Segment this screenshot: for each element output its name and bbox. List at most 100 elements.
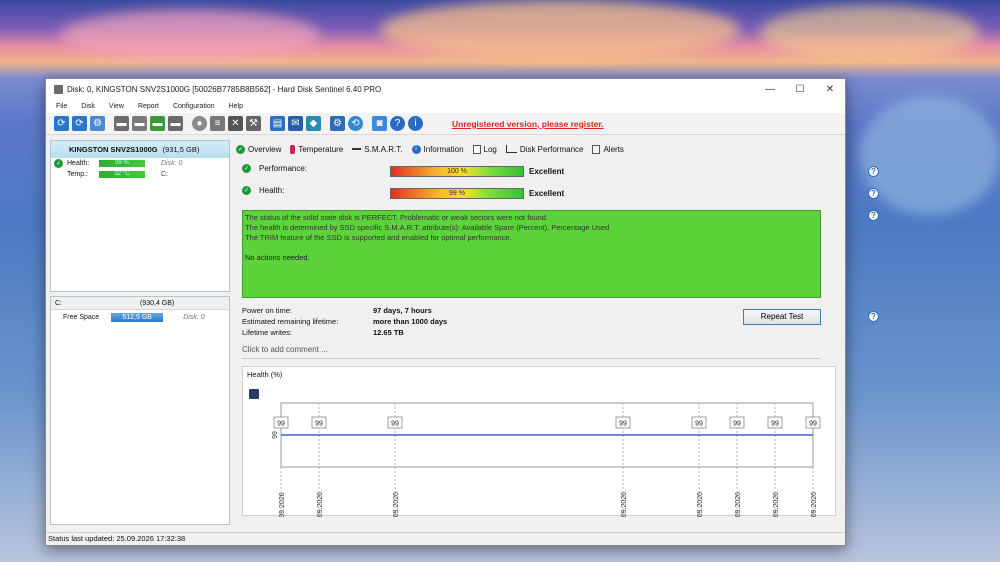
x-tick-label: 14.09.2026 bbox=[393, 492, 400, 517]
app-window: Disk: 0, KINGSTON SNV2S1000G [50026B7785… bbox=[45, 78, 879, 546]
refresh-icon[interactable]: ⟳ bbox=[54, 116, 69, 131]
volume-size: (930,4 GB) bbox=[140, 299, 175, 307]
tab-label: Information bbox=[423, 144, 464, 154]
settings-gear-icon[interactable]: ⚙ bbox=[90, 116, 105, 131]
performance-label: Performance: bbox=[259, 164, 308, 173]
disk-temp-label: Temp.: bbox=[67, 171, 89, 178]
tab-label: S.M.A.R.T. bbox=[364, 144, 403, 154]
x-tick-label: 24.09.2026 bbox=[773, 492, 780, 517]
thermometer-icon bbox=[290, 144, 296, 154]
free-space-row: Free Space 512,5 GB Disk: 0 bbox=[51, 310, 229, 324]
wallpaper-cloud bbox=[860, 95, 1000, 215]
disk-health-row: ✓ Health: 99 % Disk: 0 bbox=[51, 158, 229, 169]
menu-bar: File Disk View Report Configuration Help bbox=[46, 99, 845, 113]
log-icon bbox=[472, 144, 481, 154]
tab-alerts[interactable]: Alerts bbox=[592, 144, 624, 154]
x-tick-label: 25.09.2026 bbox=[811, 492, 818, 517]
email-icon[interactable]: ✉ bbox=[288, 116, 303, 131]
disk-icon[interactable]: ▬ bbox=[132, 116, 147, 131]
disk-stack-icon[interactable]: ≡ bbox=[210, 116, 225, 131]
data-label: 99 bbox=[695, 421, 703, 428]
menu-file[interactable]: File bbox=[56, 103, 67, 110]
data-label: 99 bbox=[733, 421, 741, 428]
unregistered-link[interactable]: Unregistered version, please register. bbox=[452, 119, 604, 129]
volume-card[interactable]: C: (930,4 GB) Free Space 512,5 GB Disk: … bbox=[50, 296, 230, 525]
health-row: ✓ Health: bbox=[242, 186, 284, 195]
menu-view[interactable]: View bbox=[109, 103, 124, 110]
menu-configuration[interactable]: Configuration bbox=[173, 103, 215, 110]
tab-temperature[interactable]: Temperature bbox=[290, 144, 344, 154]
health-chart: 99 11.09.2026 12.09.2026 14.09.2026 20.09.20… bbox=[272, 402, 821, 517]
close-button[interactable]: ✕ bbox=[815, 79, 845, 99]
wallpaper-cloud bbox=[760, 5, 980, 60]
gear-icon[interactable]: ⚙ bbox=[330, 116, 345, 131]
lifetime-stats-values: 97 days, 7 hours more than 1000 days 12.… bbox=[373, 305, 447, 338]
refresh-all-icon[interactable]: ⟳ bbox=[72, 116, 87, 131]
disk-green-icon[interactable]: ▬ bbox=[150, 116, 165, 131]
health-bar: 99 % bbox=[390, 188, 524, 199]
info-icon[interactable]: i bbox=[408, 116, 423, 131]
tools-icon[interactable]: ✕ bbox=[228, 116, 243, 131]
status-bar: Status last updated: 25.09.2026 17:32:38 bbox=[46, 532, 845, 545]
x-tick-label: 11.09.2026 bbox=[279, 492, 286, 517]
tab-label: Overview bbox=[248, 144, 282, 154]
free-space-bar: 512,5 GB bbox=[111, 312, 164, 322]
camera-icon[interactable]: ◙ bbox=[372, 116, 387, 131]
menu-help[interactable]: Help bbox=[229, 103, 243, 110]
report-icon[interactable]: ▤ bbox=[270, 116, 285, 131]
maximize-button[interactable]: ☐ bbox=[785, 79, 815, 99]
disk-name: KINGSTON SNV2S1000G bbox=[69, 145, 158, 154]
disk-temp-bar: 32 °C bbox=[99, 171, 145, 178]
comment-field[interactable]: Click to add comment ... bbox=[242, 343, 820, 359]
network-icon[interactable]: ◆ bbox=[306, 116, 321, 131]
status-line-2: The health is determined by SSD specific… bbox=[245, 223, 610, 232]
remaining-lifetime-label: Estimated remaining lifetime: bbox=[242, 317, 339, 326]
disk-remove-icon[interactable]: ▬ bbox=[168, 116, 183, 131]
actions-text: No actions needed. bbox=[245, 253, 310, 262]
power-on-label: Power on time: bbox=[242, 306, 293, 315]
hammer-icon[interactable]: ⚒ bbox=[246, 116, 261, 131]
wallpaper-cloud bbox=[380, 0, 740, 60]
tab-smart[interactable]: S.M.A.R.T. bbox=[352, 144, 403, 154]
disk-card[interactable]: KINGSTON SNV2S1000G (931,5 GB) ✓ Health:… bbox=[50, 140, 230, 292]
performance-help-icon[interactable]: ? bbox=[868, 166, 879, 177]
data-label: 99 bbox=[771, 421, 779, 428]
minimize-button[interactable]: — bbox=[755, 79, 785, 99]
health-help-icon[interactable]: ? bbox=[868, 188, 879, 199]
disk-platter-icon[interactable]: ● bbox=[192, 116, 207, 131]
tab-label: Temperature bbox=[298, 144, 344, 154]
update-icon[interactable]: ⟲ bbox=[348, 116, 363, 131]
wallpaper-cloud bbox=[60, 10, 320, 60]
lifetime-stats-labels: Power on time: Estimated remaining lifet… bbox=[242, 305, 338, 338]
repeat-help-icon[interactable]: ? bbox=[868, 311, 879, 322]
menu-report[interactable]: Report bbox=[138, 103, 159, 110]
x-tick-label: 23.09.2026 bbox=[735, 492, 742, 517]
tab-information[interactable]: i Information bbox=[411, 144, 464, 154]
repeat-test-button[interactable]: Repeat Test bbox=[743, 309, 821, 325]
data-label: 99 bbox=[315, 421, 323, 428]
ok-check-icon: ✓ bbox=[54, 159, 63, 168]
title-bar: Disk: 0, KINGSTON SNV2S1000G [50026B7785… bbox=[46, 79, 845, 99]
menu-disk[interactable]: Disk bbox=[81, 103, 95, 110]
performance-bar: 100 % bbox=[390, 166, 524, 177]
disk-health-bar: 99 % bbox=[99, 160, 145, 167]
health-check-icon: ✓ bbox=[242, 186, 251, 195]
help-icon[interactable]: ? bbox=[390, 116, 405, 131]
volume-disk: Disk: 0 bbox=[183, 313, 205, 321]
disk-card-header[interactable]: KINGSTON SNV2S1000G (931,5 GB) bbox=[51, 141, 229, 158]
free-space-label: Free Space bbox=[63, 313, 100, 321]
lifetime-writes-label: Lifetime writes: bbox=[242, 328, 293, 337]
tab-overview[interactable]: ✓ Overview bbox=[236, 144, 282, 154]
tab-label: Log bbox=[483, 144, 497, 154]
status-help-icon[interactable]: ? bbox=[868, 210, 879, 221]
tab-log[interactable]: Log bbox=[472, 144, 497, 154]
volume-drive: C: bbox=[55, 299, 62, 307]
tab-disk-performance[interactable]: Disk Performance bbox=[505, 145, 583, 154]
smart-dash-icon bbox=[352, 148, 362, 150]
disk-test-icon[interactable]: ▬ bbox=[114, 116, 129, 131]
chart-icon bbox=[505, 145, 517, 153]
lifetime-writes-value: 12.65 TB bbox=[373, 328, 404, 337]
tab-label: Alerts bbox=[603, 144, 624, 154]
status-line-3: The TRIM feature of the SSD is supported… bbox=[245, 233, 512, 242]
data-label: 99 bbox=[809, 421, 817, 428]
